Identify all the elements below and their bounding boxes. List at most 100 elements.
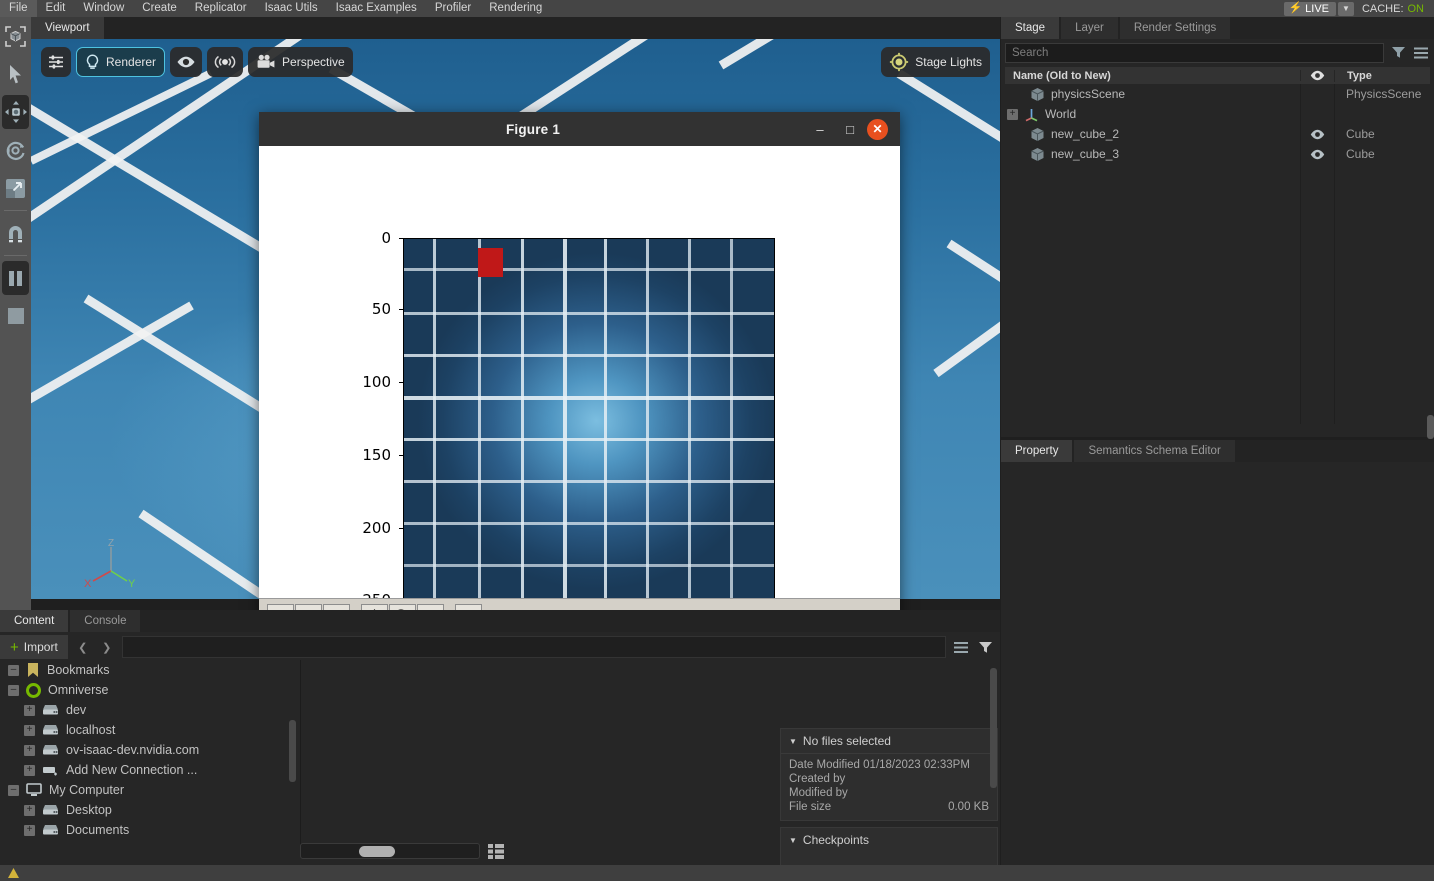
matplotlib-figure-window[interactable]: Figure 1 – □ ✕	[259, 112, 900, 664]
tab-render-settings[interactable]: Render Settings	[1120, 17, 1230, 39]
tab-property[interactable]: Property	[1001, 440, 1072, 462]
table-row[interactable]: new_cube_2 Cube	[1005, 124, 1430, 144]
tab-console[interactable]: Console	[70, 610, 140, 632]
y-tick-label: 200	[362, 519, 391, 537]
row-expander[interactable]: +	[24, 705, 35, 716]
viewport-renderer-button[interactable]: Renderer	[76, 47, 165, 77]
row-expander[interactable]: –	[8, 685, 19, 696]
hamburger-icon	[953, 641, 969, 654]
row-expander[interactable]: –	[8, 665, 19, 676]
content-tree[interactable]: – Bookmarks – Omniverse +	[0, 660, 300, 856]
stage-options-button[interactable]	[1412, 44, 1430, 62]
tab-semantics-schema-editor[interactable]: Semantics Schema Editor	[1074, 440, 1234, 462]
list-item[interactable]: – Omniverse	[0, 680, 300, 700]
file-info-header[interactable]: ▼ No files selected	[781, 729, 997, 754]
scale-tool[interactable]	[0, 169, 31, 207]
figure-minimize-button[interactable]: –	[807, 116, 833, 142]
snap-tool[interactable]	[0, 214, 31, 252]
viewport-camera-speed-button[interactable]	[207, 47, 243, 77]
move-tool[interactable]	[0, 93, 31, 131]
camera-label: Perspective	[282, 55, 345, 69]
list-item[interactable]: + dev	[0, 700, 300, 720]
menu-item-file[interactable]: File	[0, 0, 37, 17]
grid-view-icon	[487, 842, 505, 860]
menu-item-isaac-utils[interactable]: Isaac Utils	[256, 0, 327, 17]
row-expander[interactable]: +	[24, 745, 35, 756]
list-item[interactable]: + Add New Connection ...	[0, 760, 300, 780]
grid-view-toggle[interactable]	[487, 842, 505, 860]
import-button[interactable]: + Import	[0, 635, 68, 659]
list-item[interactable]: + Desktop	[0, 800, 300, 820]
row-expander[interactable]: +	[24, 765, 35, 776]
column-header-name[interactable]: Name (Old to New)	[1005, 70, 1300, 82]
column-header-type[interactable]: Type	[1334, 70, 1430, 82]
row-expander[interactable]: +	[24, 805, 35, 816]
stop-button[interactable]	[0, 297, 31, 335]
list-item[interactable]: + localhost	[0, 720, 300, 740]
live-toggle-button[interactable]: ⚡ LIVE	[1284, 2, 1336, 16]
menu-item-create[interactable]: Create	[133, 0, 186, 17]
row-expander[interactable]: +	[24, 725, 35, 736]
select-bbox-tool[interactable]	[0, 17, 31, 55]
table-row[interactable]: new_cube_3 Cube	[1005, 144, 1430, 164]
menu-item-rendering[interactable]: Rendering	[480, 0, 551, 17]
plot-axes[interactable]: 0 50 100 150 200 250 0 50 100 150 200 25…	[403, 238, 775, 604]
list-item[interactable]: + Documents	[0, 820, 300, 840]
menu-item-isaac-examples[interactable]: Isaac Examples	[327, 0, 426, 17]
tab-viewport[interactable]: Viewport	[31, 17, 104, 39]
row-expander[interactable]: +	[1007, 109, 1018, 120]
menu-item-replicator[interactable]: Replicator	[186, 0, 256, 17]
viewport-settings-button[interactable]	[41, 47, 71, 77]
table-row[interactable]: + World	[1005, 104, 1430, 124]
figure-canvas[interactable]: 0 50 100 150 200 250 0 50 100 150 200 25…	[259, 146, 900, 636]
column-divider-2	[1334, 84, 1335, 424]
list-item[interactable]: – My Computer	[0, 780, 300, 800]
stage-tree[interactable]: physicsScene PhysicsScene + World	[1005, 84, 1430, 424]
tab-layer[interactable]: Layer	[1061, 17, 1118, 39]
axis-label-x: X	[84, 578, 92, 589]
checkpoints-header[interactable]: ▼ Checkpoints	[781, 828, 997, 852]
content-tabstrip: Content Console	[0, 610, 1000, 632]
pointer-tool[interactable]	[0, 55, 31, 93]
nav-back-button[interactable]: ❮	[74, 635, 92, 659]
tab-stage[interactable]: Stage	[1001, 17, 1059, 39]
row-visibility-toggle[interactable]	[1300, 129, 1334, 140]
content-file-grid[interactable]: ▼ No files selected Date Modified 01/18/…	[300, 660, 1000, 856]
row-expander[interactable]: +	[24, 825, 35, 836]
viewport-right-toolbar: Stage Lights	[881, 47, 990, 77]
list-item[interactable]: + ov-isaac-dev.nvidia.com	[0, 740, 300, 760]
content-list-options-button[interactable]	[952, 638, 970, 656]
menu-item-profiler[interactable]: Profiler	[426, 0, 480, 17]
slider-thumb[interactable]	[359, 846, 395, 857]
content-filter-button[interactable]	[976, 638, 994, 656]
path-input[interactable]	[122, 636, 946, 658]
stage-lights-button[interactable]: Stage Lights	[881, 47, 990, 77]
tab-content[interactable]: Content	[0, 610, 68, 632]
thumbnail-size-slider[interactable]	[300, 843, 480, 859]
menu-item-edit[interactable]: Edit	[37, 0, 75, 17]
figure-title-bar[interactable]: Figure 1 – □ ✕	[259, 112, 900, 146]
row-visibility-toggle[interactable]	[1300, 149, 1334, 160]
menu-item-window[interactable]: Window	[74, 0, 133, 17]
viewport-toolbar: Renderer	[41, 47, 353, 77]
list-item-label: dev	[66, 703, 86, 717]
content-pane-scrollbar[interactable]	[990, 668, 997, 788]
list-item[interactable]: – Bookmarks	[0, 660, 300, 680]
funnel-icon	[978, 640, 993, 655]
stage-filter-button[interactable]	[1389, 44, 1407, 62]
property-panel: Property Semantics Schema Editor	[1001, 440, 1434, 865]
content-tree-scrollbar[interactable]	[289, 720, 296, 782]
column-header-visibility[interactable]	[1300, 70, 1334, 81]
stage-search-input[interactable]: Search	[1005, 43, 1384, 63]
figure-close-button[interactable]: ✕	[867, 119, 888, 140]
viewport-visibility-button[interactable]	[170, 47, 202, 77]
pause-button[interactable]	[0, 259, 31, 297]
nav-forward-button[interactable]: ❯	[98, 635, 116, 659]
rotate-tool[interactable]	[0, 131, 31, 169]
viewport-camera-button[interactable]: Perspective	[248, 47, 353, 77]
stage-panel-scrollbar[interactable]	[1427, 415, 1434, 439]
row-expander[interactable]: –	[8, 785, 19, 796]
live-dropdown-button[interactable]: ▼	[1338, 2, 1354, 16]
figure-maximize-button[interactable]: □	[837, 116, 863, 142]
table-row[interactable]: physicsScene PhysicsScene	[1005, 84, 1430, 104]
